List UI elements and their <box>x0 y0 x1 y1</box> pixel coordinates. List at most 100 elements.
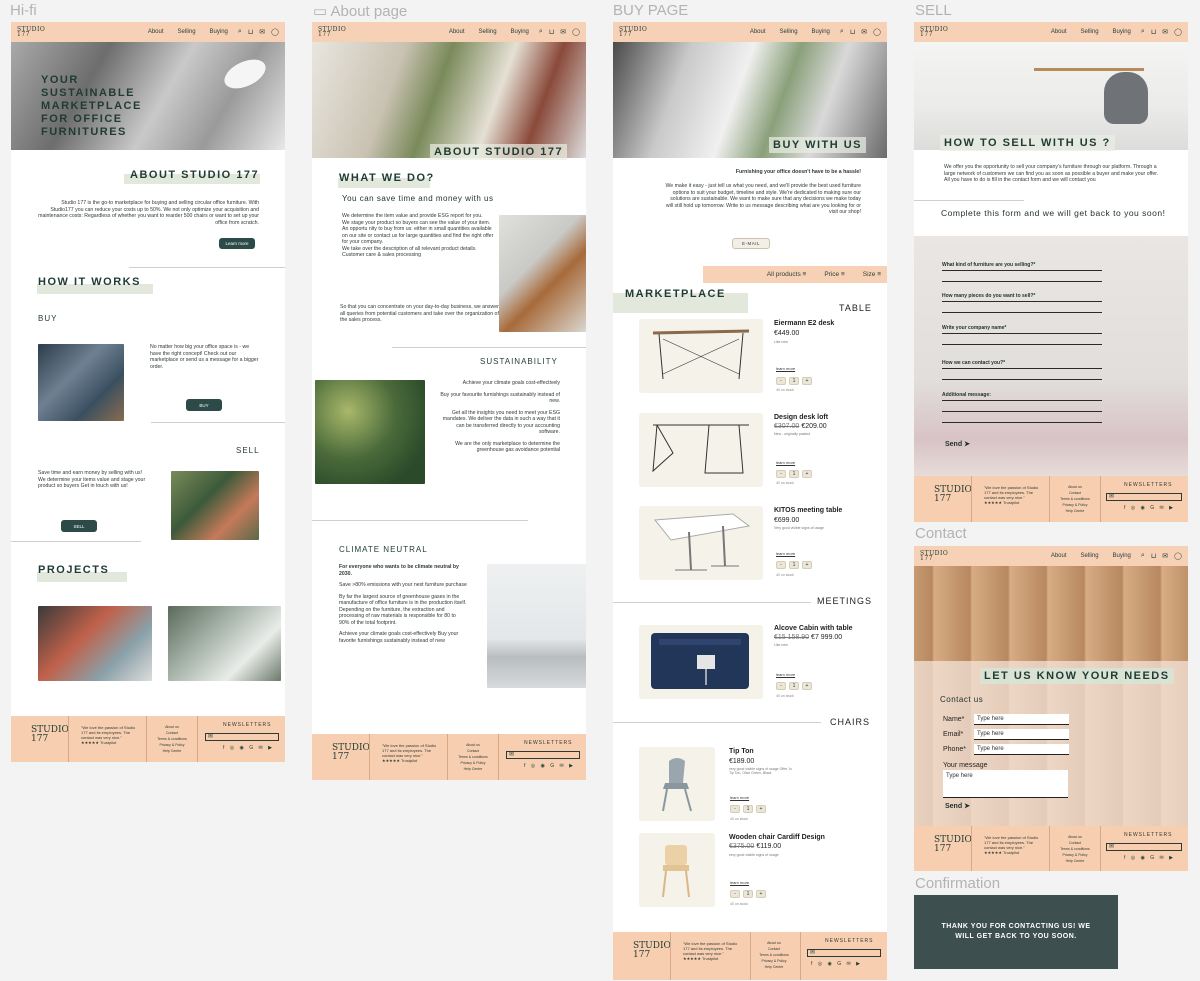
search-icon[interactable]: ⌕ <box>1141 552 1145 560</box>
minus-button[interactable]: - <box>776 561 786 569</box>
footer-link-help[interactable]: Help Centre <box>156 748 188 754</box>
product-name[interactable]: KITOS meeting table <box>774 507 842 514</box>
nav-selling[interactable]: Selling <box>479 29 497 35</box>
answer-line[interactable] <box>942 422 1102 423</box>
mail-icon[interactable]: ✉ <box>861 28 867 36</box>
answer-line[interactable] <box>942 301 1102 302</box>
newsletter-input[interactable]: ✉ <box>807 949 881 957</box>
cart-icon[interactable]: ⊔ <box>549 28 554 36</box>
plus-button[interactable]: + <box>802 377 812 385</box>
learn-more-link[interactable]: learn more <box>776 460 795 465</box>
nav-buying[interactable]: Buying <box>1113 29 1131 35</box>
quantity-stepper[interactable]: -1 + <box>730 805 766 813</box>
project-image-2[interactable] <box>168 606 281 681</box>
project-image-1[interactable] <box>38 606 152 681</box>
search-icon[interactable]: ⌕ <box>840 28 844 36</box>
footer-link-help[interactable]: Help Centre <box>1059 858 1091 864</box>
product-card[interactable] <box>639 747 715 821</box>
newsletter-input[interactable]: ✉ <box>205 733 279 741</box>
nav-about[interactable]: About <box>148 29 164 35</box>
nav-about[interactable]: About <box>1051 553 1067 559</box>
quantity-value[interactable]: 1 <box>789 377 799 385</box>
footer-link-help[interactable]: Help Centre <box>1059 508 1091 514</box>
logo[interactable]: STUDIO 177 <box>619 27 649 38</box>
email-input[interactable]: Type here <box>974 729 1069 740</box>
answer-line[interactable] <box>942 270 1102 271</box>
nav-buying[interactable]: Buying <box>1113 553 1131 559</box>
quantity-value[interactable]: 1 <box>789 682 799 690</box>
user-icon[interactable]: ◯ <box>271 28 279 36</box>
minus-button[interactable]: - <box>776 470 786 478</box>
social-icons[interactable]: f ◎ ◉ G ✉ ▶ <box>1124 855 1175 861</box>
learn-more-button[interactable]: Learn more <box>219 238 255 249</box>
user-icon[interactable]: ◯ <box>1174 552 1182 560</box>
social-icons[interactable]: f ◎ ◉ G ✉ ▶ <box>1124 505 1175 511</box>
product-card[interactable] <box>639 506 763 580</box>
logo[interactable]: STUDIO 177 <box>17 27 47 38</box>
cart-icon[interactable]: ⊔ <box>1151 28 1156 36</box>
product-name[interactable]: Design desk loft <box>774 414 828 421</box>
nav-selling[interactable]: Selling <box>178 29 196 35</box>
plus-button[interactable]: + <box>802 561 812 569</box>
social-icons[interactable]: f ◎ ◉ G ✉ ▶ <box>223 745 274 751</box>
quantity-value[interactable]: 1 <box>789 561 799 569</box>
user-icon[interactable]: ◯ <box>1174 28 1182 36</box>
email-button[interactable]: E-MAIL <box>732 238 770 249</box>
nav-buying[interactable]: Buying <box>511 29 529 35</box>
answer-line[interactable] <box>942 400 1102 401</box>
answer-line[interactable] <box>942 379 1102 380</box>
quantity-stepper[interactable]: -1 + <box>776 470 812 478</box>
answer-line[interactable] <box>942 344 1102 345</box>
social-icons[interactable]: f ◎ ◉ G ✉ ▶ <box>811 961 862 967</box>
search-icon[interactable]: ⌕ <box>539 28 543 36</box>
logo[interactable]: STUDIO 177 <box>920 551 950 562</box>
nav-about[interactable]: About <box>750 29 766 35</box>
search-icon[interactable]: ⌕ <box>1141 28 1145 36</box>
answer-line[interactable] <box>942 368 1102 369</box>
nav-buying[interactable]: Buying <box>210 29 228 35</box>
name-input[interactable]: Type here <box>974 714 1069 725</box>
learn-more-link[interactable]: learn more <box>776 672 795 677</box>
cart-icon[interactable]: ⊔ <box>1151 552 1156 560</box>
quantity-value[interactable]: 1 <box>789 470 799 478</box>
logo[interactable]: STUDIO 177 <box>318 27 348 38</box>
product-name[interactable]: Eiermann E2 desk <box>774 320 834 327</box>
cart-icon[interactable]: ⊔ <box>248 28 253 36</box>
quantity-stepper[interactable]: -1 + <box>776 561 812 569</box>
learn-more-link[interactable]: learn more <box>730 880 749 885</box>
nav-selling[interactable]: Selling <box>780 29 798 35</box>
product-name[interactable]: Wooden chair Cardiff Design <box>729 834 825 841</box>
mail-icon[interactable]: ✉ <box>259 28 265 36</box>
newsletter-input[interactable]: ✉ <box>1106 843 1182 851</box>
mail-icon[interactable]: ✉ <box>1162 28 1168 36</box>
nav-about[interactable]: About <box>1051 29 1067 35</box>
answer-line[interactable] <box>942 333 1102 334</box>
cart-icon[interactable]: ⊔ <box>850 28 855 36</box>
quantity-stepper[interactable]: -1 + <box>776 377 812 385</box>
product-card[interactable] <box>639 625 763 699</box>
quantity-stepper[interactable]: -1 + <box>730 890 766 898</box>
quantity-value[interactable]: 1 <box>743 805 753 813</box>
learn-more-link[interactable]: learn more <box>776 366 795 371</box>
plus-button[interactable]: + <box>756 805 766 813</box>
filter-price[interactable]: Price ≡ <box>824 271 844 278</box>
nav-selling[interactable]: Selling <box>1081 29 1099 35</box>
search-icon[interactable]: ⌕ <box>238 28 242 36</box>
nav-selling[interactable]: Selling <box>1081 553 1099 559</box>
send-button[interactable]: Send ➤ <box>945 802 970 810</box>
answer-line[interactable] <box>942 411 1102 412</box>
logo[interactable]: STUDIO 177 <box>920 27 950 38</box>
product-name[interactable]: Alcove Cabin with table <box>774 625 853 632</box>
product-card[interactable] <box>639 319 763 393</box>
message-input[interactable]: Type here <box>943 770 1068 798</box>
learn-more-link[interactable]: learn more <box>730 795 749 800</box>
phone-input[interactable]: Type here <box>974 744 1069 755</box>
mail-icon[interactable]: ✉ <box>560 28 566 36</box>
user-icon[interactable]: ◯ <box>873 28 881 36</box>
learn-more-link[interactable]: learn more <box>776 551 795 556</box>
minus-button[interactable]: - <box>776 377 786 385</box>
quantity-value[interactable]: 1 <box>743 890 753 898</box>
plus-button[interactable]: + <box>802 682 812 690</box>
buy-button[interactable]: BUY <box>186 399 222 411</box>
nav-about[interactable]: About <box>449 29 465 35</box>
